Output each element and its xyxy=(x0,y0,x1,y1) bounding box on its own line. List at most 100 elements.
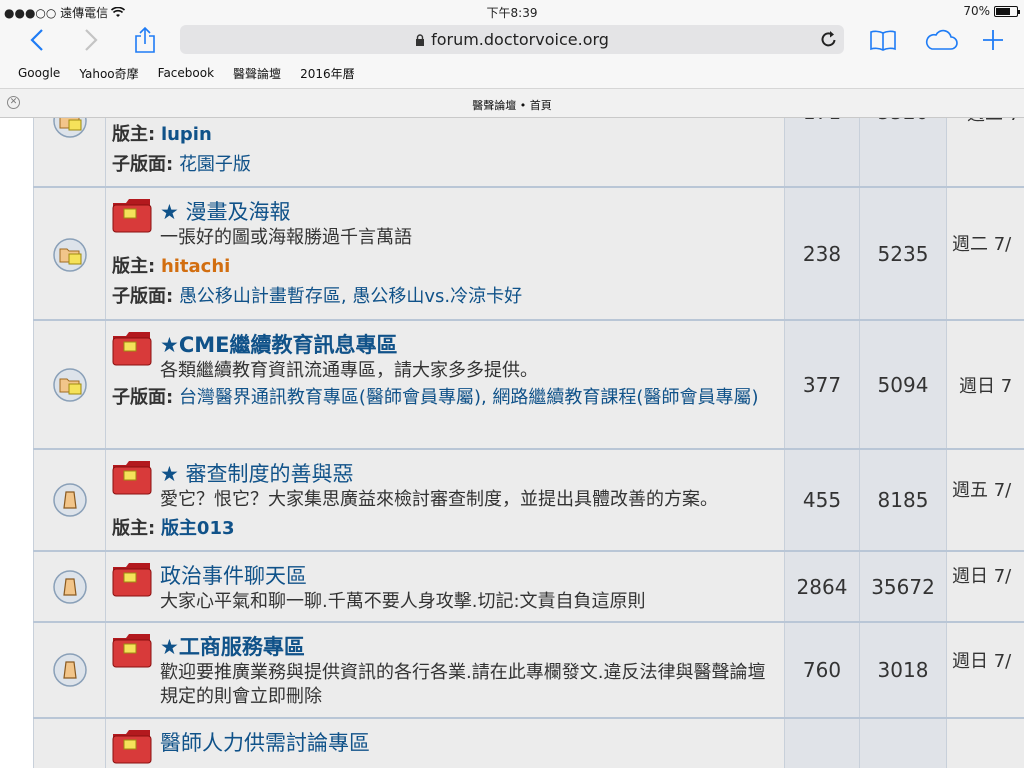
tab-bar: ✕ 醫聲論壇 • 首頁 xyxy=(0,88,1024,118)
new-tab-button[interactable] xyxy=(978,24,1008,56)
share-button[interactable] xyxy=(128,24,162,56)
forum-row: 政治事件聊天區 大家心平氣和聊一聊.千萬不要人身攻擊.切記:文責自負這原則 28… xyxy=(33,552,1024,623)
bookmark-yahoo[interactable]: Yahoo奇摩 xyxy=(79,65,138,82)
battery-percent: 70% xyxy=(963,4,990,18)
forward-button[interactable] xyxy=(74,24,108,56)
moderator-link[interactable]: hitachi xyxy=(161,256,230,277)
last-post[interactable] xyxy=(947,719,1024,768)
posts-count: 8185 xyxy=(860,450,947,550)
moderator-link[interactable]: lupin xyxy=(161,124,212,145)
plus-icon xyxy=(983,30,1003,50)
subforum-label: 子版面: xyxy=(112,387,174,408)
chevron-left-icon xyxy=(30,29,43,51)
subforum-line: 子版面: 愚公移山計畫暫存區, 愚公移山vs.冷涼卡好 xyxy=(112,282,778,312)
forum-status-cell xyxy=(33,623,106,717)
topics-count: 455 xyxy=(785,450,860,550)
tab-title[interactable]: 醫聲論壇 • 首頁 xyxy=(0,97,1024,113)
forum-main-cell: ★ 審查制度的善與惡 愛它？恨它？大家集思廣益來檢討審查制度，並提出具體改善的方… xyxy=(106,450,785,550)
forum-status-cell xyxy=(33,450,106,550)
forum-read-icon xyxy=(53,570,87,604)
lock-icon xyxy=(416,34,425,46)
forum-title-line: ★CME繼續教育訊息專區 xyxy=(112,329,778,359)
folder-new-icon xyxy=(53,238,87,272)
subforum-line: 子版面: 台灣醫界通訊教育專區(醫師會員專屬), 網路繼續教育課程(醫師會員專屬… xyxy=(112,385,778,411)
forum-status-cell xyxy=(33,321,106,448)
forum-title-line: ★工商服務專區 xyxy=(112,631,778,661)
forum-description: 歡迎要推廣業務與提供資訊的各行各業.請在此專欄發文.違反法律與醫聲論壇規定的則會… xyxy=(160,662,766,707)
last-post[interactable]: 週五 7/ xyxy=(947,450,1024,550)
forum-main-cell: ★工商服務專區 歡迎要推廣業務與提供資訊的各行各業.請在此專欄發文.違反法律與醫… xyxy=(106,623,785,717)
forum-list: 版主: lupin 子版面: 花園子版 171 5520 週二 7 xyxy=(33,118,1024,768)
address-bar[interactable]: forum.doctorvoice.org xyxy=(180,25,844,54)
subforum-link[interactable]: 愚公移山計畫暫存區, 愚公移山vs.冷涼卡好 xyxy=(179,286,522,307)
forum-title[interactable]: ★ 漫畫及海報 xyxy=(160,196,291,226)
forum-status-cell xyxy=(33,188,106,319)
last-post[interactable]: 週日 7/ xyxy=(947,552,1024,621)
icloud-tabs-button[interactable] xyxy=(920,24,962,56)
forum-status-cell xyxy=(33,552,106,621)
status-bar: ●●●○○ 遠傳電信 下午8:39 70% xyxy=(0,0,1024,22)
folder-new-icon xyxy=(53,118,87,138)
forum-title-line: ★ 漫畫及海報 xyxy=(112,196,778,226)
forum-main-cell: ★CME繼續教育訊息專區 各類繼續教育資訊流通專區，請大家多多提供。 子版面: … xyxy=(106,321,785,448)
forum-row: ★CME繼續教育訊息專區 各類繼續教育資訊流通專區，請大家多多提供。 子版面: … xyxy=(33,321,1024,450)
forum-description: 一張好的圖或海報勝過千言萬語 xyxy=(160,227,412,248)
posts-count xyxy=(860,719,947,768)
forum-row: 醫師人力供需討論專區 xyxy=(33,719,1024,768)
status-right: 70% xyxy=(963,4,1020,18)
bookmarks-button[interactable] xyxy=(866,24,900,56)
forum-main-cell: 政治事件聊天區 大家心平氣和聊一聊.千萬不要人身攻擊.切記:文責自負這原則 xyxy=(106,552,785,621)
forum-description: 各類繼續教育資訊流通專區，請大家多多提供。 xyxy=(160,360,538,381)
forum-read-icon xyxy=(53,483,87,517)
cloud-icon xyxy=(925,29,958,50)
topics-count xyxy=(785,719,860,768)
forum-row: ★ 審查制度的善與惡 愛它？恨它？大家集思廣益來檢討審查制度，並提出具體改善的方… xyxy=(33,450,1024,552)
folder-icon xyxy=(112,461,152,495)
forum-title[interactable]: 醫師人力供需討論專區 xyxy=(160,727,370,757)
share-icon xyxy=(135,26,155,53)
moderator-line: 版主: lupin xyxy=(112,120,778,150)
book-icon xyxy=(870,30,896,51)
forum-read-icon xyxy=(53,653,87,687)
forum-main-cell: 醫師人力供需討論專區 xyxy=(106,719,785,768)
folder-icon xyxy=(112,634,152,668)
posts-count: 5235 xyxy=(860,188,947,319)
battery-fill xyxy=(996,7,1010,15)
forum-description: 大家心平氣和聊一聊.千萬不要人身攻擊.切記:文責自負這原則 xyxy=(160,591,646,612)
posts-count: 35672 xyxy=(860,552,947,621)
url-text: forum.doctorvoice.org xyxy=(431,30,609,49)
last-post[interactable]: 週日 7/ xyxy=(947,623,1024,717)
forum-description: 愛它？恨它？大家集思廣益來檢討審查制度，並提出具體改善的方案。 xyxy=(160,489,718,510)
forum-title[interactable]: ★工商服務專區 xyxy=(160,631,305,661)
forum-title[interactable]: 政治事件聊天區 xyxy=(160,560,307,590)
subforum-label: 子版面: xyxy=(112,286,174,307)
forum-title-line: 醫師人力供需討論專區 xyxy=(112,727,778,757)
bookmark-calendar[interactable]: 2016年曆 xyxy=(300,65,355,82)
forum-title[interactable]: ★ 審查制度的善與惡 xyxy=(160,458,354,488)
bookmark-google[interactable]: Google xyxy=(18,66,60,80)
bookmark-doctorvoice[interactable]: 醫聲論壇 xyxy=(233,65,281,82)
subforum-link[interactable]: 台灣醫界通訊教育專區(醫師會員專屬), 網路繼續教育課程(醫師會員專屬) xyxy=(179,387,759,408)
last-post[interactable]: 週二 7/ xyxy=(947,188,1024,319)
posts-count: 5094 xyxy=(860,321,947,448)
subforum-label: 子版面: xyxy=(112,154,174,175)
battery-icon xyxy=(994,5,1020,17)
last-post[interactable]: 週日 7 xyxy=(947,321,1024,448)
page-content: 版主: lupin 子版面: 花園子版 171 5520 週二 7 xyxy=(0,118,1024,768)
topics-count: 238 xyxy=(785,188,860,319)
folder-icon xyxy=(112,730,152,764)
last-post[interactable]: 週二 7 xyxy=(947,118,1024,186)
forum-row: ★ 漫畫及海報 一張好的圖或海報勝過千言萬語 版主: hitachi 子版面: … xyxy=(33,188,1024,321)
forum-title[interactable]: ★CME繼續教育訊息專區 xyxy=(160,329,397,359)
back-button[interactable] xyxy=(20,24,54,56)
forum-main-cell: 版主: lupin 子版面: 花園子版 xyxy=(106,118,785,186)
forum-title-line: 政治事件聊天區 xyxy=(112,560,778,590)
status-time: 下午8:39 xyxy=(486,6,538,20)
reload-button[interactable] xyxy=(820,29,838,53)
address-url[interactable]: forum.doctorvoice.org xyxy=(180,30,844,49)
bookmark-facebook[interactable]: Facebook xyxy=(158,66,214,80)
moderator-link[interactable]: 版主013 xyxy=(161,518,235,539)
subforum-link[interactable]: 花園子版 xyxy=(179,154,251,175)
forum-main-cell: ★ 漫畫及海報 一張好的圖或海報勝過千言萬語 版主: hitachi 子版面: … xyxy=(106,188,785,319)
moderator-line: 版主: hitachi xyxy=(112,252,778,282)
